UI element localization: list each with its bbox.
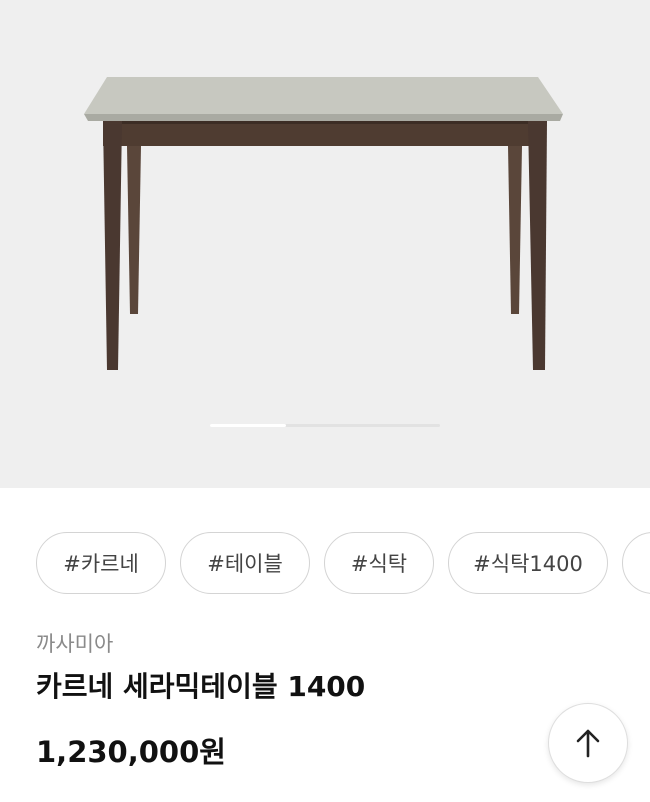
scroll-to-top-button[interactable] [548, 703, 628, 783]
product-detail-page: #카르네 #테이블 #식탁 #식탁1400 # 까사미아 카르네 세라믹테이블 … [0, 0, 650, 802]
tag-chip[interactable]: #카르네 [36, 532, 166, 594]
image-pager-active [210, 424, 286, 427]
tag-list: #카르네 #테이블 #식탁 #식탁1400 # [36, 532, 650, 596]
product-title: 카르네 세라믹테이블 1400 [36, 670, 366, 703]
brand-name[interactable]: 까사미아 [36, 628, 113, 658]
dining-table-image [84, 77, 563, 370]
product-image-carousel[interactable] [0, 0, 650, 488]
arrow-up-icon [576, 729, 600, 758]
product-price: 1,230,000원 [36, 735, 226, 769]
image-pager [210, 424, 440, 427]
tag-chip[interactable]: #식탁 [324, 532, 434, 594]
tag-chip[interactable]: # [622, 532, 650, 594]
tag-chip[interactable]: #식탁1400 [448, 532, 608, 594]
tag-chip[interactable]: #테이블 [180, 532, 310, 594]
